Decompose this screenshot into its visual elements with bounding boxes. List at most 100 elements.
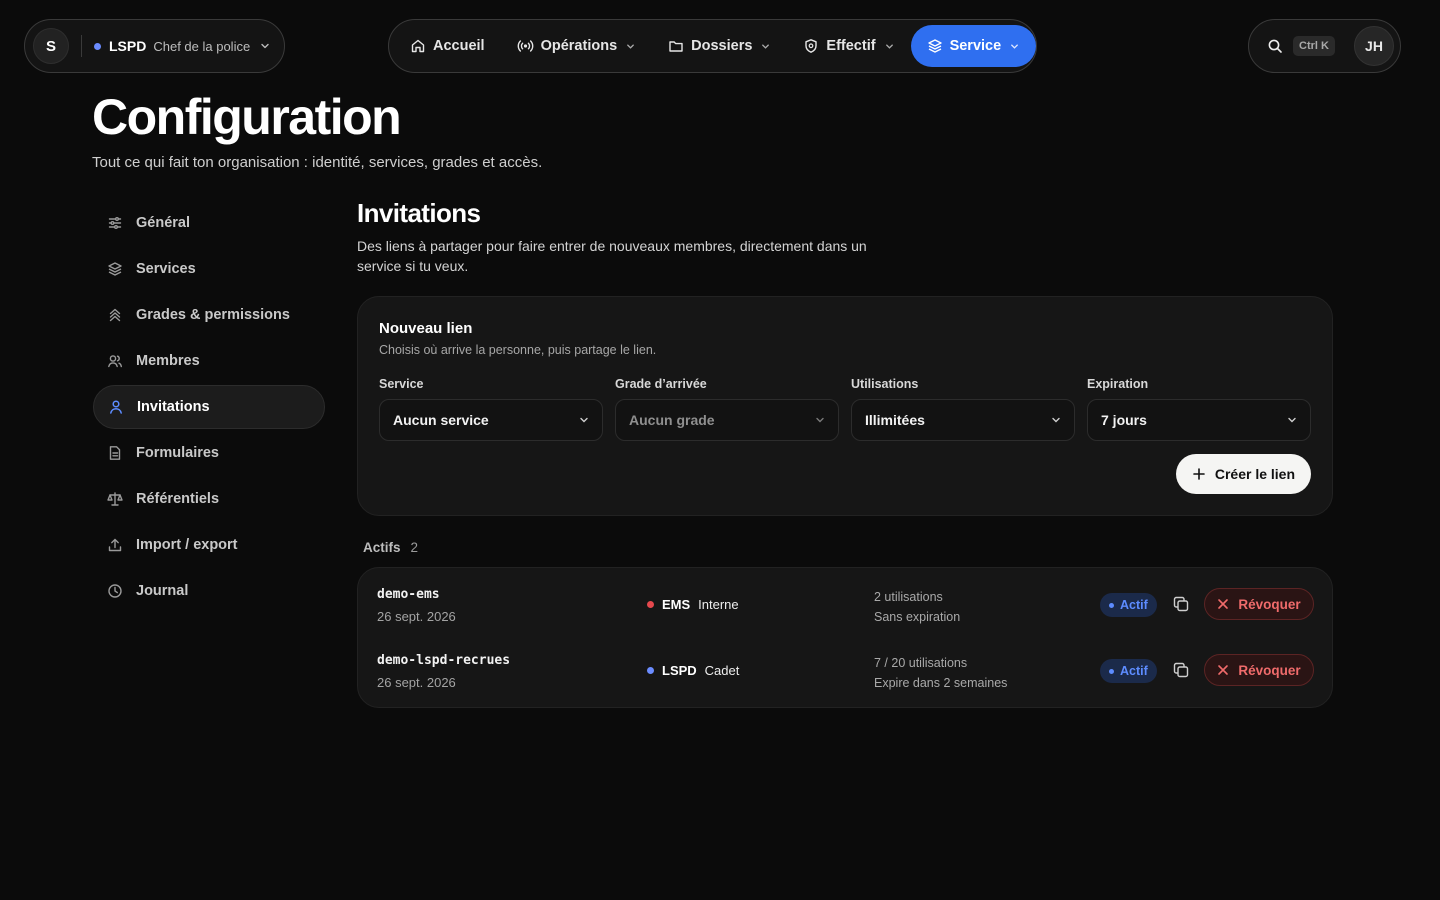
sidebar-item-journal[interactable]: Journal bbox=[93, 569, 325, 613]
field-label: Service bbox=[379, 377, 424, 391]
expiration-field: Expiration 7 jours bbox=[1087, 377, 1311, 441]
org-name: LSPD bbox=[109, 38, 147, 54]
sidebar-item-import-export[interactable]: Import / export bbox=[93, 523, 325, 567]
revoke-button[interactable]: Révoquer bbox=[1204, 654, 1314, 686]
page-title: Configuration bbox=[92, 89, 402, 145]
card-description: Choisis où arrive la personne, puis part… bbox=[379, 343, 657, 357]
invite-code: demo-lspd-recrues bbox=[377, 653, 511, 668]
status-badge: Actif bbox=[1100, 659, 1157, 683]
divider bbox=[81, 35, 82, 57]
sidebar-item-label: Membres bbox=[136, 353, 200, 369]
card-title: Nouveau lien bbox=[379, 320, 473, 337]
grade-select[interactable]: Aucun grade bbox=[615, 399, 839, 441]
sidebar-item-label: Référentiels bbox=[136, 491, 220, 507]
sidebar-item-grades[interactable]: Grades & permissions bbox=[93, 293, 325, 337]
chevron-down-icon bbox=[1050, 414, 1062, 426]
nav-item-operations[interactable]: Opérations bbox=[501, 25, 653, 67]
close-icon bbox=[1217, 598, 1229, 610]
utility-bar: Ctrl K JH bbox=[1248, 19, 1401, 73]
invite-code: demo-ems bbox=[377, 587, 440, 602]
sidebar-item-services[interactable]: Services bbox=[93, 247, 325, 291]
status-label: Actif bbox=[1120, 598, 1148, 612]
revoke-button[interactable]: Révoquer bbox=[1204, 588, 1314, 620]
nav-item-dossiers[interactable]: Dossiers bbox=[652, 25, 787, 67]
sidebar-item-label: Services bbox=[136, 261, 196, 277]
sidebar-item-label: Général bbox=[136, 215, 190, 231]
invite-date: 26 sept. 2026 bbox=[377, 609, 456, 624]
button-label: Créer le lien bbox=[1214, 466, 1295, 482]
chevron-down-icon bbox=[1009, 41, 1020, 52]
org-avatar: S bbox=[33, 28, 69, 64]
sidebar-item-referentiels[interactable]: Référentiels bbox=[93, 477, 325, 521]
chevron-down-icon bbox=[884, 41, 895, 52]
main-nav: Accueil Opérations Dossiers Effectif Ser… bbox=[388, 19, 1037, 73]
page-subtitle: Tout ce qui fait ton organisation : iden… bbox=[92, 154, 543, 171]
service-select[interactable]: Aucun service bbox=[379, 399, 603, 441]
button-label: Révoquer bbox=[1238, 596, 1301, 612]
expiry-text: Expire dans 2 semaines bbox=[874, 676, 1008, 690]
sidebar-item-membres[interactable]: Membres bbox=[93, 339, 325, 383]
heading-label: Actifs bbox=[363, 540, 401, 555]
section-title: Invitations bbox=[357, 198, 481, 228]
scale-icon bbox=[107, 491, 123, 507]
sidebar-item-label: Formulaires bbox=[136, 445, 219, 461]
org-switcher[interactable]: S LSPD Chef de la police bbox=[24, 19, 285, 73]
chevron-down-icon bbox=[760, 41, 771, 52]
home-icon bbox=[410, 38, 426, 54]
invite-target: LSPD Cadet bbox=[647, 663, 739, 678]
nav-label: Opérations bbox=[540, 38, 618, 54]
plus-icon bbox=[1192, 467, 1206, 481]
settings-sidebar: Général Services Grades & permissions Me… bbox=[93, 201, 325, 615]
sidebar-item-label: Grades & permissions bbox=[136, 307, 290, 323]
search-shortcut-badge: Ctrl K bbox=[1293, 36, 1335, 56]
sliders-icon bbox=[107, 215, 123, 231]
chevrons-up-icon bbox=[107, 307, 123, 323]
active-count: 2 bbox=[410, 540, 419, 555]
sidebar-item-general[interactable]: Général bbox=[93, 201, 325, 245]
nav-item-service[interactable]: Service bbox=[910, 25, 1037, 67]
broadcast-icon bbox=[517, 38, 534, 54]
chevron-down-icon bbox=[1286, 414, 1298, 426]
copy-icon[interactable] bbox=[1172, 595, 1190, 613]
active-links-list: demo-ems 26 sept. 2026 EMS Interne 2 uti… bbox=[357, 567, 1333, 708]
chevron-down-icon bbox=[578, 414, 590, 426]
search-icon[interactable] bbox=[1267, 38, 1283, 54]
nav-label: Effectif bbox=[826, 38, 876, 54]
field-label: Utilisations bbox=[851, 377, 919, 391]
expiration-select[interactable]: 7 jours bbox=[1087, 399, 1311, 441]
nav-label: Dossiers bbox=[691, 38, 753, 54]
nav-label: Accueil bbox=[433, 38, 485, 54]
create-link-button[interactable]: Créer le lien bbox=[1175, 454, 1311, 494]
section-description: Des liens à partager pour faire entrer d… bbox=[357, 238, 867, 274]
org-role: Chef de la police bbox=[153, 38, 251, 54]
clock-icon bbox=[107, 583, 123, 599]
invite-usage: 7 / 20 utilisations Expire dans 2 semain… bbox=[874, 653, 1007, 693]
sidebar-item-label: Invitations bbox=[137, 399, 210, 415]
grade-field: Grade d’arrivée Aucun grade bbox=[615, 377, 839, 441]
nav-item-accueil[interactable]: Accueil bbox=[394, 25, 501, 67]
select-value: Aucun grade bbox=[629, 412, 715, 428]
nav-label: Service bbox=[949, 38, 1002, 54]
layers-icon bbox=[107, 261, 123, 277]
users-icon bbox=[107, 353, 123, 369]
uses-select[interactable]: Illimitées bbox=[851, 399, 1075, 441]
layers-icon bbox=[927, 38, 943, 54]
usage-count: 2 utilisations bbox=[874, 590, 943, 604]
status-label: Actif bbox=[1120, 664, 1148, 678]
user-avatar[interactable]: JH bbox=[1354, 26, 1394, 66]
select-value: Illimitées bbox=[865, 412, 925, 428]
sidebar-item-label: Import / export bbox=[136, 537, 238, 553]
service-color-dot bbox=[647, 667, 654, 674]
list-item: demo-lspd-recrues 26 sept. 2026 LSPD Cad… bbox=[358, 634, 1332, 700]
status-dot bbox=[1109, 602, 1114, 608]
nav-item-effectif[interactable]: Effectif bbox=[787, 25, 910, 67]
list-item: demo-ems 26 sept. 2026 EMS Interne 2 uti… bbox=[358, 568, 1332, 634]
usage-count: 7 / 20 utilisations bbox=[874, 656, 968, 670]
sidebar-item-invitations[interactable]: Invitations bbox=[93, 385, 325, 429]
sidebar-item-formulaires[interactable]: Formulaires bbox=[93, 431, 325, 475]
select-value: 7 jours bbox=[1101, 412, 1147, 428]
active-links-heading: Actifs 2 bbox=[363, 540, 418, 555]
service-color-dot bbox=[647, 601, 654, 608]
copy-icon[interactable] bbox=[1172, 661, 1190, 679]
invite-usage: 2 utilisations Sans expiration bbox=[874, 587, 960, 627]
